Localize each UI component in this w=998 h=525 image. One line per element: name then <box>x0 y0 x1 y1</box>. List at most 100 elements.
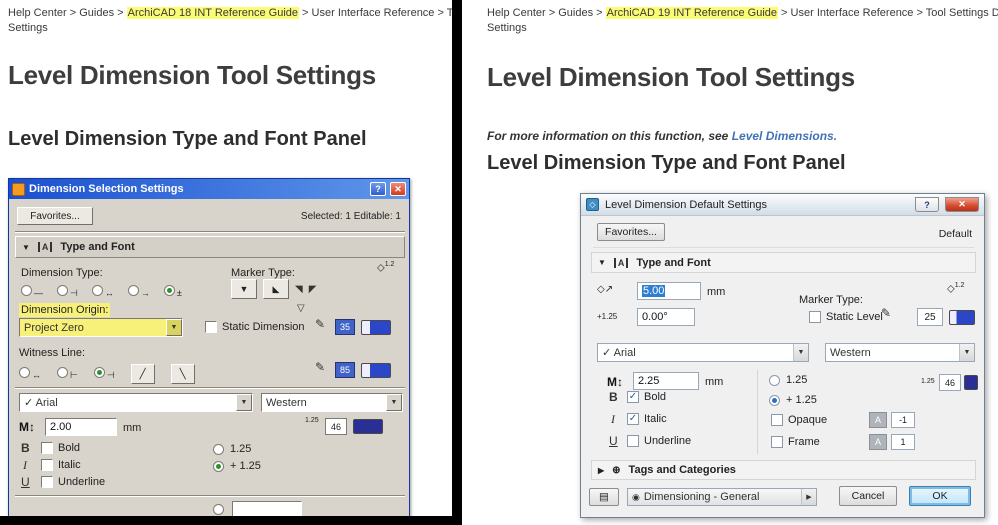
font-pen-color-toggle[interactable] <box>353 419 383 434</box>
breadcrumb-link[interactable]: > User Interface Reference > Tool Setti <box>299 7 452 19</box>
pen-set-button[interactable]: ▤ <box>589 488 619 506</box>
collapse-icon[interactable]: ▼ <box>22 243 30 252</box>
close-icon[interactable]: ✕ <box>390 182 406 196</box>
type-and-font-panel-header[interactable]: ▼ A Type and Font <box>591 252 976 273</box>
chevron-right-icon[interactable]: ▶ <box>801 489 816 505</box>
breadcrumb-line2[interactable]: Settings <box>8 21 48 36</box>
checkbox-icon[interactable] <box>771 436 783 448</box>
tags-and-categories-panel-header[interactable]: ▶ ⊕ Tags and Categories <box>591 460 976 480</box>
radio-icon[interactable] <box>213 443 224 455</box>
marker-button[interactable]: ◣ <box>263 279 289 299</box>
breadcrumb-link[interactable]: > User Interface Reference > Tool Settin… <box>778 7 998 19</box>
font-pen-color-toggle[interactable] <box>964 375 978 390</box>
text-size-input[interactable]: 2.00 <box>45 418 117 436</box>
collapse-icon[interactable]: ▼ <box>598 258 606 267</box>
radio-icon[interactable] <box>91 285 103 296</box>
elevation-marker-icon[interactable]: ◇1.2 <box>377 261 394 273</box>
breadcrumb-line2[interactable]: Settings <box>487 21 527 36</box>
checkbox-icon[interactable] <box>41 459 53 471</box>
chevron-down-icon[interactable]: ▼ <box>386 394 402 411</box>
chevron-down-icon[interactable]: ▼ <box>166 319 182 336</box>
font-pen-box[interactable]: 46 <box>325 418 347 435</box>
marker-button[interactable]: ▼ <box>231 279 257 299</box>
underline-checkbox[interactable]: Underline <box>627 435 691 447</box>
checkbox-icon[interactable]: ✓ <box>627 391 639 403</box>
dialog-title-bar[interactable]: ◇ Level Dimension Default Settings ? ✕ <box>581 194 984 216</box>
chevron-down-icon[interactable]: ▼ <box>793 344 808 361</box>
type-and-font-panel-header[interactable]: ▼ A Type and Font <box>15 236 405 258</box>
chevron-down-icon[interactable]: ▼ <box>959 344 974 361</box>
color-chip[interactable]: A <box>869 434 887 450</box>
help-button[interactable]: ? <box>370 182 386 196</box>
script-select[interactable]: Western ▼ <box>825 343 975 362</box>
radio-icon[interactable] <box>57 285 68 296</box>
checkbox-icon[interactable] <box>41 442 53 454</box>
static-level-checkbox[interactable]: Static Level <box>809 311 883 323</box>
breadcrumb-highlight[interactable]: ArchiCAD 19 INT Reference Guide <box>605 7 778 19</box>
checkbox-icon[interactable] <box>771 414 783 426</box>
font-pen-box[interactable]: 46 <box>939 374 961 391</box>
dim-type-option[interactable]: — <box>21 283 43 301</box>
dim-type-option[interactable]: ± <box>163 283 182 301</box>
expand-icon[interactable]: ▶ <box>598 466 604 475</box>
angle-input[interactable]: 0.00° <box>637 308 695 326</box>
elevation-marker-icon[interactable]: ◇1.2 <box>947 282 964 294</box>
marker-up-left-icon[interactable]: ◤ <box>309 284 317 295</box>
pen-number-box[interactable]: 25 <box>917 308 943 326</box>
bold-checkbox[interactable]: Bold <box>41 442 80 454</box>
dim-type-option[interactable]: ⊣ <box>57 283 78 301</box>
dim-type-option[interactable]: → <box>127 283 150 301</box>
script-select[interactable]: Western ▼ <box>261 393 403 412</box>
close-icon[interactable]: ✕ <box>945 197 979 212</box>
pen-number-box[interactable]: 85 <box>335 362 355 378</box>
frame-checkbox[interactable]: Frame <box>771 436 820 448</box>
ratio-option-1[interactable]: 1.25 <box>213 443 251 455</box>
dialog-title-bar[interactable]: Dimension Selection Settings ? ✕ <box>9 179 409 199</box>
pen-color-toggle[interactable] <box>949 310 975 325</box>
pen-number-box[interactable]: 35 <box>335 319 355 335</box>
witness-option[interactable]: ⊢ <box>57 365 78 383</box>
marker-size-input[interactable]: 5.00 <box>637 282 701 300</box>
opaque-pen-box[interactable]: -1 <box>891 412 915 428</box>
breadcrumb-link[interactable]: Help Center > Guides > <box>487 7 606 19</box>
ok-button[interactable]: OK <box>909 486 971 506</box>
breadcrumb-link[interactable]: Help Center > Guides > <box>8 7 127 19</box>
radio-icon[interactable] <box>769 374 780 386</box>
layer-select[interactable]: ◉ Dimensioning - General ▶ <box>627 488 817 506</box>
witness-slant-button[interactable]: ╲ <box>170 364 195 384</box>
cancel-button[interactable]: Cancel <box>839 486 897 506</box>
radio-icon[interactable] <box>57 367 68 378</box>
bold-checkbox[interactable]: ✓ Bold <box>627 391 666 403</box>
radio-icon[interactable] <box>213 460 224 472</box>
checkbox-icon[interactable] <box>41 476 53 488</box>
partial-input[interactable] <box>232 501 302 516</box>
font-select[interactable]: ✓ Arial ▼ <box>597 343 809 362</box>
checkbox-icon[interactable] <box>809 311 821 323</box>
color-chip[interactable]: A <box>869 412 887 428</box>
opaque-checkbox[interactable]: Opaque <box>771 414 827 426</box>
marker-open-icon[interactable]: ▽ <box>297 303 305 314</box>
chevron-down-icon[interactable]: ▼ <box>236 394 252 411</box>
italic-checkbox[interactable]: Italic <box>41 459 81 471</box>
pen-color-toggle[interactable] <box>361 363 391 378</box>
checkbox-icon[interactable] <box>205 321 217 333</box>
witness-option[interactable]: ⊣ <box>93 365 115 383</box>
static-dimension-checkbox[interactable]: Static Dimension <box>205 321 305 333</box>
radio-icon[interactable] <box>19 367 30 378</box>
radio-icon[interactable] <box>213 503 224 515</box>
underline-checkbox[interactable]: Underline <box>41 476 105 488</box>
ratio-option-2[interactable]: + 1.25 <box>769 394 817 406</box>
witness-slant-button[interactable]: ╱ <box>130 364 155 384</box>
text-size-input[interactable]: 2.25 <box>633 372 699 390</box>
witness-option[interactable]: ↔ <box>19 365 41 383</box>
ratio-option-1[interactable]: 1.25 <box>769 374 807 386</box>
font-select[interactable]: ✓ Arial ▼ <box>19 393 253 412</box>
favorites-button[interactable]: Favorites... <box>597 223 665 241</box>
marker-up-right-icon[interactable]: ◥ <box>295 284 303 295</box>
dim-type-option[interactable]: ↔ <box>91 283 114 301</box>
radio-icon[interactable] <box>127 285 139 296</box>
radio-icon[interactable] <box>93 367 105 378</box>
checkbox-icon[interactable] <box>627 435 639 447</box>
pen-color-toggle[interactable] <box>361 320 391 335</box>
radio-icon[interactable] <box>163 285 175 296</box>
